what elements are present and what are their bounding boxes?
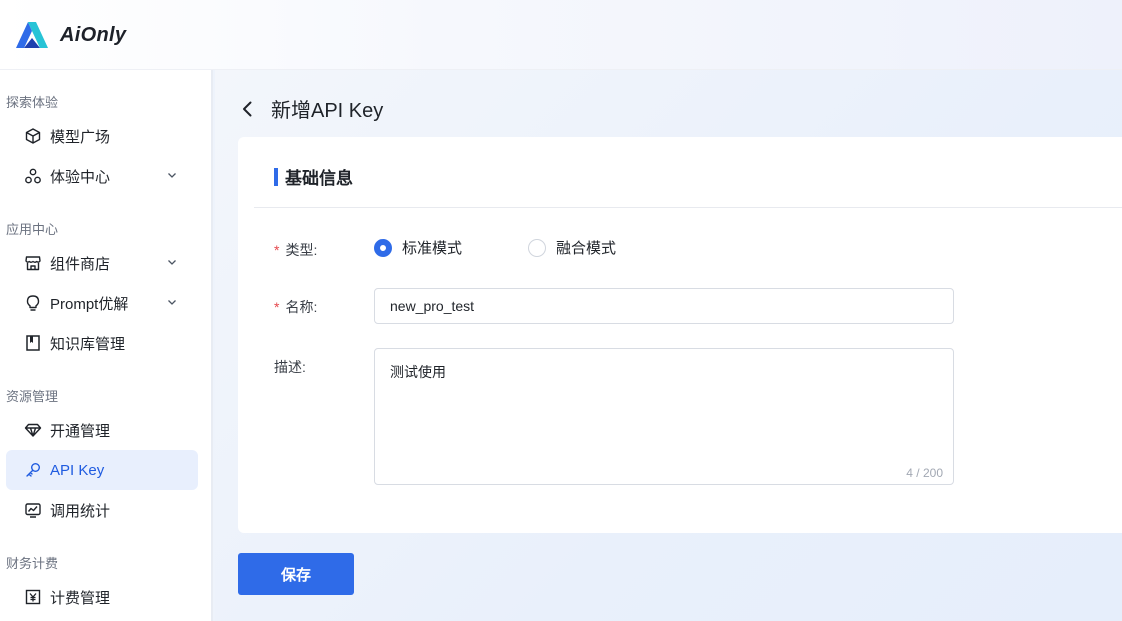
sidebar-item-label: 体验中心 (50, 168, 111, 186)
brand-logo[interactable]: AiOnly (14, 20, 126, 50)
radio-label: 标准模式 (402, 240, 463, 257)
sidebar-item-model-square[interactable]: 模型广场 (6, 116, 198, 156)
section-accent-bar (274, 167, 278, 186)
char-counter: 4 / 200 (906, 466, 943, 480)
radio-label: 融合模式 (556, 240, 617, 257)
sidebar-item-label: 知识库管理 (50, 335, 126, 353)
radio-fusion-mode[interactable]: 融合模式 (528, 237, 616, 258)
radio-dot (374, 238, 392, 257)
cube-icon (25, 128, 41, 144)
top-bar: AiOnly (0, 0, 1122, 70)
back-arrow-icon[interactable] (239, 100, 257, 118)
sidebar-item-api-key[interactable]: API Key (6, 450, 198, 490)
book-icon (26, 335, 40, 351)
name-label: * 名称: (274, 299, 318, 315)
logo-icon (16, 22, 48, 48)
sidebar-item-label: API Key (50, 461, 105, 479)
page-title: 新增API Key (271, 100, 384, 122)
page-header: 新增API Key (239, 94, 383, 123)
required-asterisk: * (274, 299, 280, 315)
section-header: 基础信息 (274, 164, 353, 189)
description-textarea[interactable]: 测试使用 (375, 349, 953, 484)
group-title-finance: 财务计费 (6, 556, 59, 571)
sidebar-item-label: 模型广场 (50, 128, 111, 146)
sidebar-item-experience-center[interactable]: 体验中心 (6, 156, 198, 196)
section-title: 基础信息 (285, 169, 353, 188)
brand-name: AiOnly (60, 23, 127, 46)
radio-dot (528, 238, 546, 257)
sidebar-item-activation[interactable]: 开通管理 (6, 410, 198, 450)
sidebar-item-label: Prompt优解 (50, 295, 129, 313)
name-input[interactable] (374, 288, 954, 324)
bulb-icon (26, 295, 40, 311)
sidebar-item-label: 组件商店 (50, 255, 111, 273)
radio-standard-mode[interactable]: 标准模式 (374, 237, 462, 258)
chevron-down-icon[interactable] (166, 296, 178, 308)
required-asterisk: * (274, 242, 280, 258)
group-title-apps: 应用中心 (6, 222, 59, 237)
sidebar-item-usage-stats[interactable]: 调用统计 (6, 490, 198, 530)
sidebar-item-label: 开通管理 (50, 422, 111, 440)
diamond-icon (24, 423, 42, 437)
sidebar-item-knowledge-base[interactable]: 知识库管理 (6, 323, 198, 363)
sidebar-item-billing[interactable]: 计费管理 (6, 577, 198, 617)
chart-icon (25, 503, 41, 518)
type-label: * 类型: (274, 242, 318, 258)
key-icon (26, 463, 40, 477)
divider (254, 207, 1122, 208)
molecule-icon (25, 168, 41, 184)
description-label: 描述: (274, 359, 306, 375)
sidebar: 探索体验 模型广场 体验中心 应用中心 组件商店 Prompt优解 知识库管理 … (0, 70, 213, 621)
group-title-explore: 探索体验 (6, 95, 59, 110)
group-title-resources: 资源管理 (6, 389, 59, 404)
description-field: 测试使用 4 / 200 (374, 348, 954, 485)
chevron-down-icon[interactable] (166, 256, 178, 268)
yen-icon (25, 589, 41, 605)
chevron-down-icon[interactable] (166, 169, 178, 181)
save-button[interactable]: 保存 (238, 553, 354, 595)
main-content: 新增API Key 基础信息 *类型: 标准模式 融合模式 *名称: 描述: 测… (215, 70, 1122, 621)
sidebar-item-label: 调用统计 (50, 502, 111, 520)
sidebar-item-label: 计费管理 (50, 589, 111, 607)
sidebar-item-component-store[interactable]: 组件商店 (6, 243, 198, 283)
store-icon (25, 256, 41, 271)
sidebar-item-prompt[interactable]: Prompt优解 (6, 283, 198, 323)
form-card: 基础信息 *类型: 标准模式 融合模式 *名称: 描述: 测试使用 4 / 20… (238, 137, 1122, 533)
